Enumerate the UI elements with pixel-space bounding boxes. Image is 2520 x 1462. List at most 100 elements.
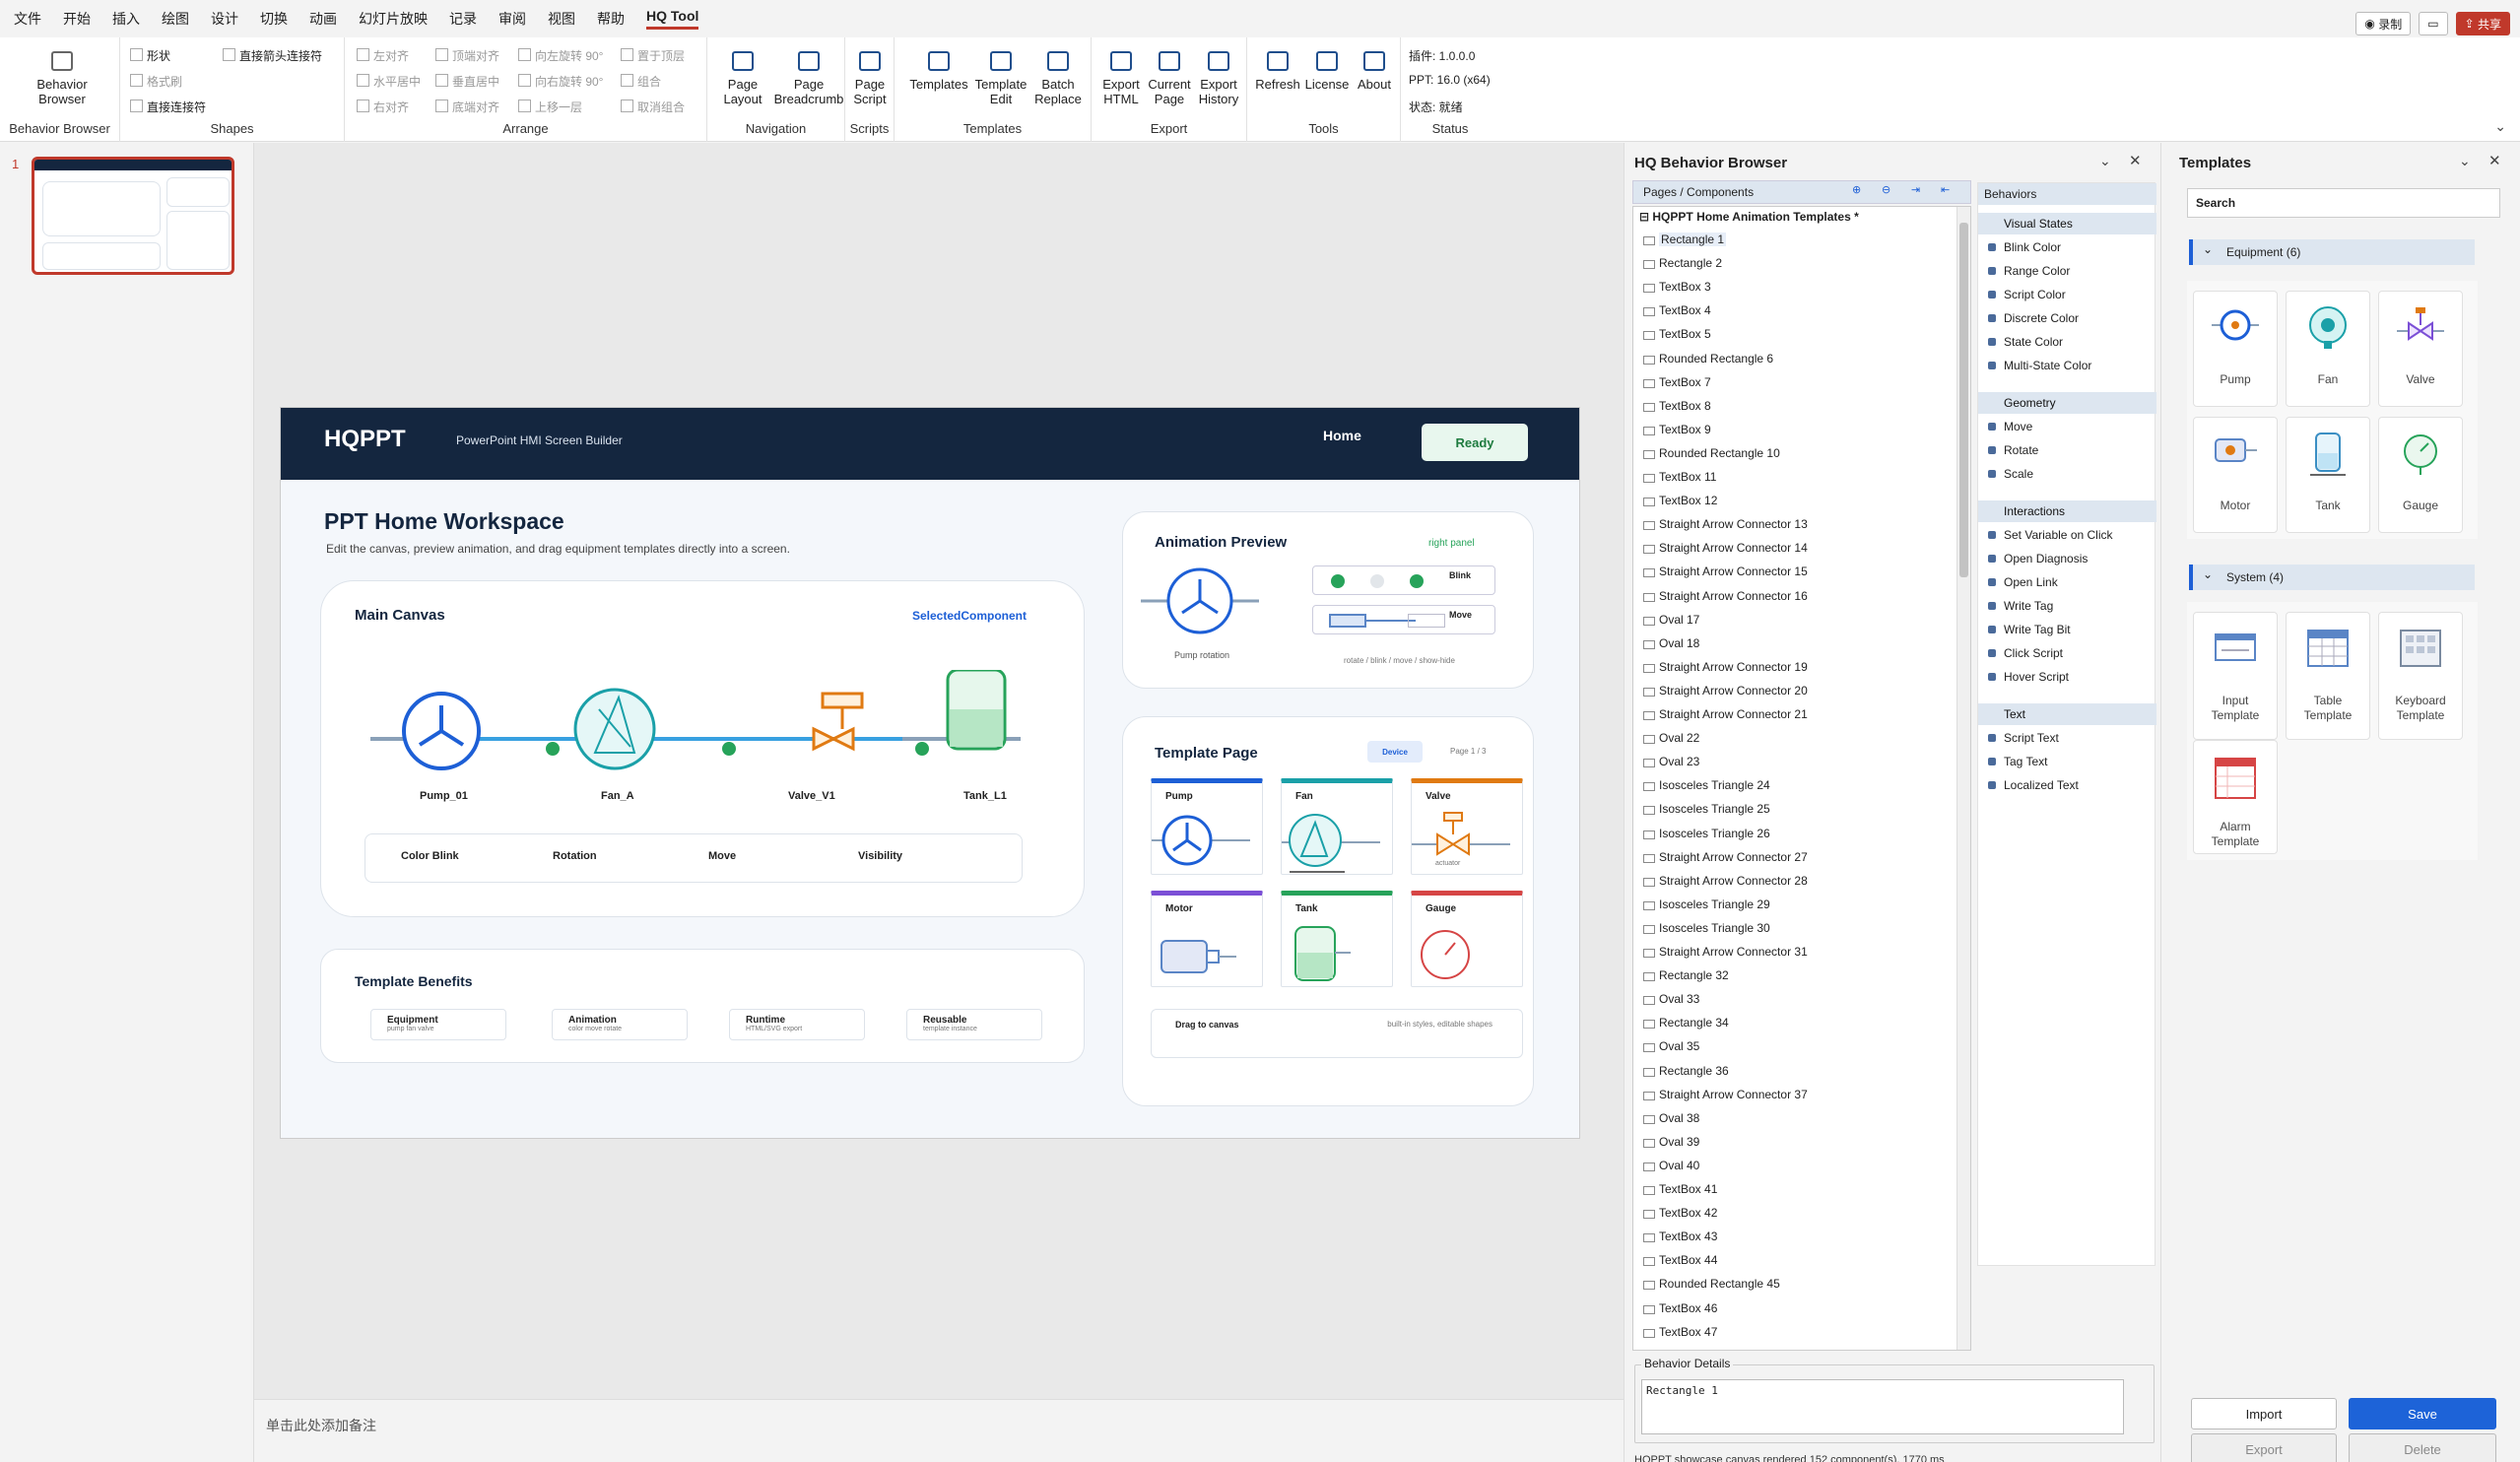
tile-valve[interactable]: Valve actuator bbox=[1411, 778, 1523, 875]
behavior-item[interactable]: Open Diagnosis bbox=[1987, 552, 2088, 565]
arrow-connector-button[interactable]: 直接箭头连接符 bbox=[223, 47, 322, 64]
tree-item[interactable]: Oval 35 bbox=[1642, 1039, 1699, 1053]
tree-item[interactable]: Isosceles Triangle 30 bbox=[1643, 921, 1770, 935]
system-group-header[interactable]: ⌄ System (4) bbox=[2189, 565, 2475, 590]
template-edit-button[interactable]: Template Edit bbox=[969, 51, 1032, 106]
tree-item[interactable]: TextBox 43 bbox=[1642, 1229, 1717, 1243]
tile-tank[interactable]: Tank bbox=[1281, 891, 1393, 987]
behavior-item[interactable]: State Color bbox=[1987, 335, 2063, 349]
tree-item[interactable]: Isosceles Triangle 25 bbox=[1643, 802, 1770, 816]
refresh-button[interactable]: Refresh bbox=[1253, 51, 1302, 92]
template-keyboard[interactable]: Keyboard Template bbox=[2378, 612, 2463, 740]
equipment-group-header[interactable]: ⌄ Equipment (6) bbox=[2189, 239, 2475, 265]
rotate-right-button[interactable]: 向右旋转 90° bbox=[518, 73, 603, 90]
device-tab[interactable]: Device bbox=[1367, 741, 1423, 763]
template-valve[interactable]: Valve bbox=[2378, 291, 2463, 407]
tree-item[interactable]: Oval 23 bbox=[1642, 755, 1699, 768]
tree-item[interactable]: Oval 33 bbox=[1642, 992, 1699, 1006]
tree-item[interactable]: TextBox 44 bbox=[1642, 1253, 1717, 1267]
license-button[interactable]: License bbox=[1302, 51, 1352, 92]
tree-item[interactable]: Straight Arrow Connector 14 bbox=[1643, 541, 1808, 555]
about-button[interactable]: About bbox=[1350, 51, 1399, 92]
expand-icon[interactable]: ⇥ bbox=[1911, 183, 1920, 196]
menu-transitions[interactable]: 切换 bbox=[260, 9, 288, 29]
export-button[interactable]: Export bbox=[2191, 1433, 2337, 1462]
group-button[interactable]: 组合 bbox=[621, 73, 661, 90]
slide-thumbnail[interactable] bbox=[32, 157, 234, 275]
template-tank[interactable]: Tank bbox=[2286, 417, 2370, 533]
behavior-item[interactable]: Rotate bbox=[1987, 443, 2038, 457]
tree-item[interactable]: TextBox 11 bbox=[1642, 470, 1716, 484]
tree-root[interactable]: ⊟ HQPPT Home Animation Templates * bbox=[1639, 210, 1859, 224]
behavior-section-header[interactable]: Geometry bbox=[1978, 392, 2156, 414]
ungroup-button[interactable]: 取消组合 bbox=[621, 99, 685, 115]
scrollbar-thumb[interactable] bbox=[1959, 223, 1968, 577]
tree-item[interactable]: TextBox 3 bbox=[1643, 280, 1711, 294]
slide-canvas[interactable]: HQPPT PowerPoint HMI Screen Builder Home… bbox=[280, 407, 1580, 1139]
chevron-down-icon[interactable]: ⌄ bbox=[2099, 153, 2111, 169]
tree-item[interactable]: Oval 22 bbox=[1642, 731, 1699, 745]
align-left-button[interactable]: 左对齐 bbox=[357, 47, 409, 64]
tree-item[interactable]: Isosceles Triangle 26 bbox=[1643, 827, 1770, 840]
tree-item[interactable]: Oval 40 bbox=[1642, 1159, 1699, 1172]
tree-item[interactable]: Rectangle 36 bbox=[1643, 1064, 1729, 1078]
behavior-section-header[interactable]: Visual States bbox=[1978, 213, 2156, 234]
menu-insert[interactable]: 插入 bbox=[112, 9, 140, 29]
menu-view[interactable]: 视图 bbox=[548, 9, 575, 29]
tree-item[interactable]: Rounded Rectangle 10 bbox=[1643, 446, 1780, 460]
batch-replace-button[interactable]: Batch Replace bbox=[1027, 51, 1090, 106]
nav-home-link[interactable]: Home bbox=[1323, 428, 1361, 443]
page-layout-button[interactable]: Page Layout bbox=[715, 51, 770, 106]
template-alarm[interactable]: Alarm Template bbox=[2193, 740, 2278, 854]
tree-item[interactable]: Oval 38 bbox=[1642, 1111, 1699, 1125]
behavior-item[interactable]: Blink Color bbox=[1987, 240, 2061, 254]
templates-button[interactable]: Templates bbox=[906, 51, 971, 92]
align-right-button[interactable]: 右对齐 bbox=[357, 99, 409, 115]
tree-item[interactable]: Straight Arrow Connector 20 bbox=[1643, 684, 1808, 698]
tree-item[interactable]: Straight Arrow Connector 15 bbox=[1643, 565, 1808, 578]
behavior-item[interactable]: Script Color bbox=[1988, 288, 2066, 301]
template-pump[interactable]: Pump bbox=[2193, 291, 2278, 407]
menu-help[interactable]: 帮助 bbox=[597, 9, 625, 29]
template-gauge[interactable]: Gauge bbox=[2378, 417, 2463, 533]
zoom-out-icon[interactable]: ⊖ bbox=[1882, 183, 1890, 196]
behavior-item[interactable]: Multi-State Color bbox=[1987, 359, 2091, 372]
behavior-item[interactable]: Set Variable on Click bbox=[1988, 528, 2113, 542]
behavior-browser-button[interactable]: Behavior Browser bbox=[28, 51, 97, 106]
tree-item[interactable]: Oval 17 bbox=[1642, 613, 1699, 627]
connector-button[interactable]: 直接连接符 bbox=[130, 99, 206, 115]
tree-item[interactable]: Straight Arrow Connector 27 bbox=[1643, 850, 1808, 864]
tree-item[interactable]: TextBox 7 bbox=[1643, 375, 1711, 389]
behavior-item[interactable]: Range Color bbox=[1987, 264, 2070, 278]
behavior-item[interactable]: Scale bbox=[1987, 467, 2033, 481]
tree-item[interactable]: Isosceles Triangle 24 bbox=[1643, 778, 1770, 792]
tree-item[interactable]: TextBox 12 bbox=[1642, 494, 1717, 507]
record-button[interactable]: ◉ 录制 bbox=[2355, 12, 2412, 35]
collapse-ribbon-icon[interactable]: ⌄ bbox=[2494, 118, 2506, 135]
tree-item[interactable]: Isosceles Triangle 29 bbox=[1643, 897, 1770, 911]
notes-pane[interactable]: 单击此处添加备注 bbox=[254, 1399, 1624, 1462]
menu-record[interactable]: 记录 bbox=[449, 9, 477, 29]
tree-item[interactable]: Straight Arrow Connector 19 bbox=[1643, 660, 1808, 674]
save-button[interactable]: Save bbox=[2349, 1398, 2496, 1429]
tree-item[interactable]: TextBox 9 bbox=[1643, 423, 1711, 436]
export-html-button[interactable]: Export HTML bbox=[1095, 51, 1147, 106]
menu-file[interactable]: 文件 bbox=[14, 9, 41, 29]
menu-draw[interactable]: 绘图 bbox=[162, 9, 189, 29]
tree-item[interactable]: TextBox 47 bbox=[1642, 1325, 1717, 1339]
behavior-item[interactable]: Write Tag bbox=[1987, 599, 2053, 613]
behavior-item[interactable]: Click Script bbox=[1987, 646, 2063, 660]
tile-motor[interactable]: Motor bbox=[1151, 891, 1263, 987]
zoom-in-icon[interactable]: ⊕ bbox=[1852, 183, 1861, 196]
template-table[interactable]: Table Template bbox=[2286, 612, 2370, 740]
menu-hq-tool[interactable]: HQ Tool bbox=[646, 8, 699, 30]
tree-item[interactable]: Straight Arrow Connector 31 bbox=[1643, 945, 1808, 959]
tree-item[interactable]: Oval 39 bbox=[1642, 1135, 1699, 1149]
valve-icon[interactable] bbox=[812, 726, 855, 752]
bring-forward-button[interactable]: 上移一层 bbox=[518, 99, 582, 115]
tree-item[interactable]: TextBox 4 bbox=[1643, 303, 1711, 317]
template-input[interactable]: Input Template bbox=[2193, 612, 2278, 740]
format-painter-button[interactable]: 格式刷 bbox=[130, 73, 182, 90]
tree-item[interactable]: TextBox 46 bbox=[1642, 1301, 1717, 1315]
tree-item[interactable]: Rectangle 1 bbox=[1642, 233, 1727, 246]
